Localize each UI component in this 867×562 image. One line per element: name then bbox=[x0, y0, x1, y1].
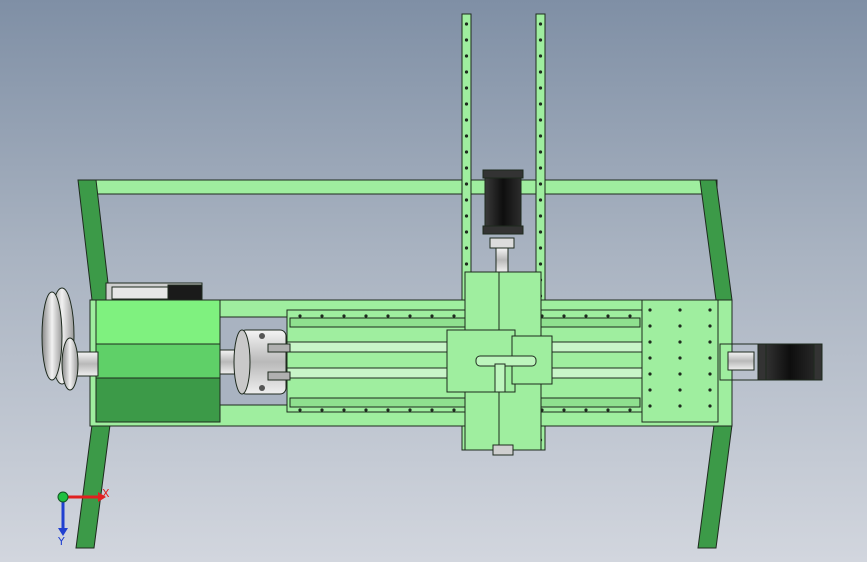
tailstock-plate bbox=[641, 299, 719, 423]
cad-viewport[interactable]: X Y bbox=[0, 0, 867, 562]
bolt-hole bbox=[538, 118, 543, 122]
bolt-hole bbox=[538, 54, 543, 58]
bolt-hole bbox=[584, 314, 588, 318]
bolt-hole bbox=[538, 150, 543, 154]
top-frame-beam bbox=[79, 179, 718, 195]
bolt-hole bbox=[678, 308, 682, 312]
bolt-hole bbox=[452, 408, 456, 412]
bolt-hole bbox=[464, 102, 469, 106]
bolt-hole bbox=[464, 86, 469, 90]
bolt-hole bbox=[538, 166, 543, 170]
bolt-hole bbox=[386, 408, 390, 412]
bolt-hole bbox=[606, 408, 610, 412]
bolt-hole bbox=[464, 150, 469, 154]
bolt-hole bbox=[464, 22, 469, 26]
bolt-hole bbox=[678, 356, 682, 360]
bolt-hole bbox=[708, 404, 712, 408]
bolt-hole bbox=[430, 314, 434, 318]
bolt-hole bbox=[320, 314, 324, 318]
bolt-hole bbox=[538, 134, 543, 138]
bolt-hole bbox=[628, 314, 632, 318]
bolt-hole bbox=[584, 408, 588, 412]
bolt-hole bbox=[464, 134, 469, 138]
bolt-hole bbox=[364, 314, 368, 318]
bolt-hole bbox=[648, 388, 652, 392]
left-leg-upper bbox=[77, 179, 111, 301]
bolt-hole bbox=[452, 314, 456, 318]
bolt-hole bbox=[648, 340, 652, 344]
bolt-hole bbox=[538, 214, 543, 218]
bolt-hole bbox=[464, 166, 469, 170]
bolt-hole bbox=[538, 182, 543, 186]
bolt-hole bbox=[708, 324, 712, 328]
bolt-hole bbox=[648, 404, 652, 408]
cross-slide bbox=[446, 329, 553, 393]
x-stepper-motor bbox=[719, 343, 823, 381]
bolt-hole bbox=[648, 308, 652, 312]
bolt-hole bbox=[464, 214, 469, 218]
bolt-hole bbox=[430, 408, 434, 412]
bolt-hole bbox=[538, 70, 543, 74]
bolt-hole bbox=[342, 408, 346, 412]
bolt-hole bbox=[648, 324, 652, 328]
bolt-hole bbox=[648, 372, 652, 376]
bolt-hole bbox=[464, 198, 469, 202]
bolt-hole bbox=[386, 314, 390, 318]
bolt-hole bbox=[538, 86, 543, 90]
bolt-hole bbox=[538, 102, 543, 106]
bolt-hole bbox=[298, 314, 302, 318]
bolt-hole bbox=[538, 198, 543, 202]
bolt-hole bbox=[562, 408, 566, 412]
x-axis-label: X bbox=[102, 487, 110, 500]
bolt-hole bbox=[538, 262, 543, 266]
bolt-hole bbox=[538, 246, 543, 250]
y-axis-label: Y bbox=[57, 535, 65, 548]
bolt-hole bbox=[464, 70, 469, 74]
bolt-hole bbox=[648, 356, 652, 360]
bolt-hole bbox=[708, 372, 712, 376]
bolt-hole bbox=[562, 314, 566, 318]
bolt-hole bbox=[342, 314, 346, 318]
bolt-hole bbox=[678, 340, 682, 344]
cad-model[interactable]: X Y bbox=[0, 0, 867, 562]
right-leg-lower bbox=[697, 424, 733, 549]
right-leg-upper bbox=[699, 179, 733, 301]
bolt-hole bbox=[538, 38, 543, 42]
bolt-hole bbox=[708, 340, 712, 344]
bolt-hole bbox=[708, 388, 712, 392]
bolt-hole bbox=[464, 118, 469, 122]
bolt-hole bbox=[606, 314, 610, 318]
bolt-hole bbox=[408, 408, 412, 412]
bolt-hole bbox=[538, 230, 543, 234]
bolt-hole bbox=[464, 182, 469, 186]
bolt-hole bbox=[678, 404, 682, 408]
bolt-hole bbox=[678, 324, 682, 328]
headstock bbox=[95, 299, 221, 423]
bolt-hole bbox=[628, 408, 632, 412]
bolt-hole bbox=[464, 38, 469, 42]
bolt-hole bbox=[464, 262, 469, 266]
bolt-hole bbox=[408, 314, 412, 318]
bolt-hole bbox=[298, 408, 302, 412]
bolt-hole bbox=[708, 308, 712, 312]
bolt-hole bbox=[464, 54, 469, 58]
bolt-hole bbox=[464, 230, 469, 234]
stepper-motor-icon bbox=[482, 169, 524, 273]
bolt-hole bbox=[708, 356, 712, 360]
bolt-hole bbox=[678, 372, 682, 376]
bolt-hole bbox=[464, 246, 469, 250]
bolt-hole bbox=[538, 22, 543, 26]
bolt-hole bbox=[678, 388, 682, 392]
bolt-hole bbox=[320, 408, 324, 412]
bolt-hole bbox=[364, 408, 368, 412]
